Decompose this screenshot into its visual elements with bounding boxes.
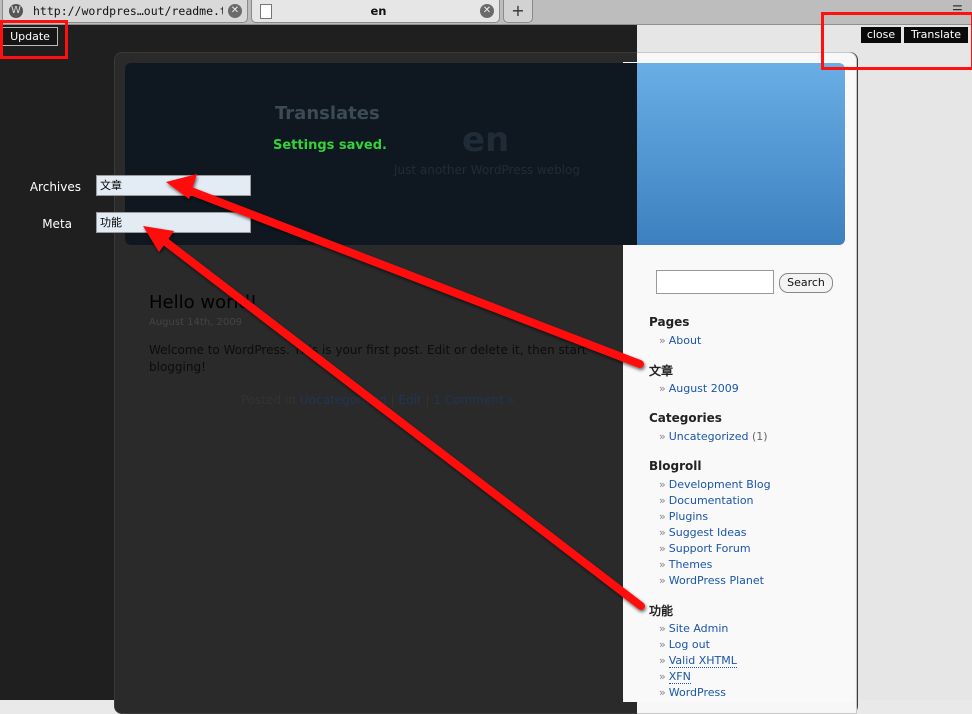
arrow-archives [166,174,644,368]
arrow-meta [143,226,645,610]
annotation-arrows [143,174,645,610]
